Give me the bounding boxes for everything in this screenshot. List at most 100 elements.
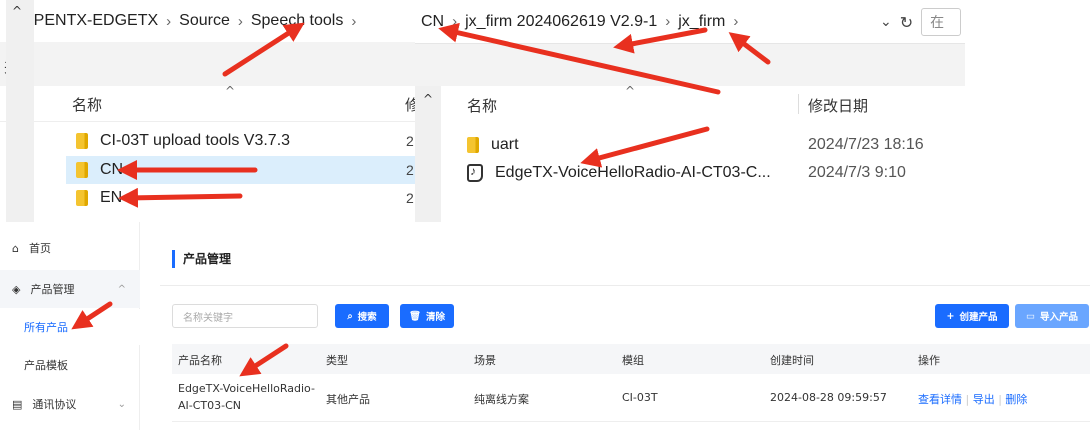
sidebar-item-product-mgmt[interactable]: ◈ 产品管理 ^ <box>0 271 140 307</box>
sidebar-item-label: 产品模板 <box>24 359 68 372</box>
keyword-search-input[interactable]: 名称关键字 <box>172 304 318 328</box>
import-product-label: 导入产品 <box>1039 312 1078 323</box>
plus-icon: + <box>946 310 955 322</box>
trash-icon: 🗑 <box>408 310 422 322</box>
clear-button[interactable]: 🗑 清除 <box>400 304 454 328</box>
sort-caret-icon: ^ <box>225 84 236 98</box>
product-type: 其他产品 <box>326 393 370 406</box>
command-bar: 夹 <box>0 42 415 86</box>
nav-pane-scrollbar[interactable]: ^ <box>6 0 34 222</box>
divider <box>160 285 1090 286</box>
folder-icon <box>76 190 88 206</box>
action-divider: | <box>965 393 973 406</box>
breadcrumb-separator[interactable]: › <box>665 13 670 30</box>
breadcrumb-source[interactable]: Source <box>179 12 230 30</box>
create-product-button[interactable]: + 创建产品 <box>935 304 1009 328</box>
address-bar[interactable]: « OPENTX-EDGETX › Source › Speech tools … <box>0 0 415 42</box>
breadcrumb-speech-tools[interactable]: Speech tools <box>251 12 344 30</box>
breadcrumb-jx-firm[interactable]: jx_firm <box>678 13 725 31</box>
column-name[interactable]: 名称 <box>467 95 497 116</box>
command-bar <box>415 44 965 86</box>
import-icon: ▭ <box>1026 310 1035 322</box>
product-name-line1: EdgeTX-VoiceHelloRadio- <box>178 382 315 395</box>
product-console: ⌂ 首页 ◈ 产品管理 ^ 所有产品 产品模板 ▤ 通讯协议 ⌄ 产品管理 名称… <box>0 222 1091 430</box>
file-name: CN <box>100 161 124 178</box>
folder-icon <box>467 137 479 153</box>
protocol-icon: ▤ <box>12 397 23 411</box>
file-row[interactable]: EdgeTX-VoiceHelloRadio-AI-CT03-C... 2024… <box>467 159 965 187</box>
column-type: 类型 <box>326 354 348 367</box>
column-created-time: 创建时间 <box>770 354 814 367</box>
search-button[interactable]: ⌕ 搜索 <box>335 304 389 328</box>
column-header: 名称 ^ 修 <box>0 84 415 122</box>
column-modified[interactable]: 修改日期 <box>808 95 868 116</box>
view-details-link[interactable]: 查看详情 <box>918 393 962 406</box>
sort-caret-icon: ^ <box>625 84 636 98</box>
column-scene: 场景 <box>474 354 496 367</box>
breadcrumb-jx-firm-version[interactable]: jx_firm 2024062619 V2.9-1 <box>465 13 657 31</box>
nav-pane-scrollbar[interactable]: ^ <box>415 86 441 222</box>
truncated-date: 2 <box>406 162 414 178</box>
breadcrumb-separator[interactable]: › <box>166 13 171 30</box>
file-row-selected[interactable]: CN 2 <box>66 156 415 184</box>
folder-icon <box>76 133 88 149</box>
table-header: 产品名称 类型 场景 模组 创建时间 操作 <box>172 344 1090 374</box>
breadcrumb-separator[interactable]: › <box>733 13 738 30</box>
delete-link[interactable]: 删除 <box>1005 393 1027 406</box>
file-date: 2024/7/23 18:16 <box>808 136 924 153</box>
column-actions: 操作 <box>918 354 940 367</box>
file-row[interactable]: CI-03T upload tools V3.7.3 2 <box>66 127 415 155</box>
sidebar-item-all-products[interactable]: 所有产品 <box>0 309 140 345</box>
file-row[interactable]: EN 2 <box>66 184 415 212</box>
truncated-date: 2 <box>406 190 414 206</box>
search-button-label: 搜索 <box>357 312 377 323</box>
sidebar-item-home[interactable]: ⌂ 首页 <box>0 230 140 266</box>
page-title: 产品管理 <box>172 250 231 268</box>
sidebar: ⌂ 首页 ◈ 产品管理 ^ 所有产品 产品模板 ▤ 通讯协议 ⌄ <box>0 222 140 430</box>
column-name[interactable]: 名称 <box>72 94 102 115</box>
file-explorer-window-2: CN › jx_firm 2024062619 V2.9-1 › jx_firm… <box>415 0 965 222</box>
search-input[interactable]: 在 <box>921 8 962 36</box>
address-controls: ⌄ ↻ 在 <box>880 8 965 36</box>
sidebar-item-protocols[interactable]: ▤ 通讯协议 ⌄ <box>0 386 140 422</box>
column-module: 模组 <box>622 354 644 367</box>
column-product-name: 产品名称 <box>178 354 222 367</box>
scroll-up-icon[interactable]: ^ <box>423 92 433 106</box>
clear-button-label: 清除 <box>426 312 446 323</box>
product-name-line2: AI-CT03-CN <box>178 399 242 412</box>
chevron-down-icon[interactable]: ⌄ <box>880 14 892 30</box>
file-explorer-window-1: « OPENTX-EDGETX › Source › Speech tools … <box>0 0 415 222</box>
scroll-up-icon[interactable]: ^ <box>12 4 22 18</box>
refresh-icon[interactable]: ↻ <box>900 13 913 32</box>
breadcrumb-separator[interactable]: › <box>238 13 243 30</box>
table-row: EdgeTX-VoiceHelloRadio- AI-CT03-CN 其他产品 … <box>172 374 1090 422</box>
file-name: EN <box>100 189 123 206</box>
file-row[interactable]: uart 2024/7/23 18:16 <box>467 131 965 159</box>
file-name: CI-03T upload tools V3.7.3 <box>100 132 291 149</box>
chevron-up-icon: ^ <box>117 283 126 295</box>
chevron-down-icon: ⌄ <box>117 398 126 410</box>
breadcrumb-opentx-edgetx[interactable]: OPENTX-EDGETX <box>21 12 158 30</box>
breadcrumb-separator[interactable]: › <box>351 13 356 30</box>
column-divider[interactable] <box>798 94 799 114</box>
create-product-label: 创建产品 <box>959 312 998 323</box>
folder-icon <box>76 162 88 178</box>
breadcrumb-separator[interactable]: › <box>452 13 457 30</box>
product-created-time: 2024-08-28 09:59:57 <box>770 391 887 404</box>
column-modified[interactable]: 修 <box>405 94 415 115</box>
row-actions: 查看详情 | 导出 | 删除 <box>918 391 1027 407</box>
search-icon: ⌕ <box>347 310 353 322</box>
sidebar-item-product-templates[interactable]: 产品模板 <box>0 347 140 383</box>
sidebar-item-label: 首页 <box>28 242 51 255</box>
export-link[interactable]: 导出 <box>973 393 995 406</box>
column-header: 名称 ^ 修改日期 <box>415 84 965 122</box>
file-name: EdgeTX-VoiceHelloRadio-AI-CT03-C... <box>495 164 771 181</box>
sidebar-item-label: 所有产品 <box>24 321 68 334</box>
file-date: 2024/7/3 9:10 <box>808 164 906 181</box>
product-scene: 纯离线方案 <box>474 393 529 406</box>
sidebar-item-label: 通讯协议 <box>32 398 77 411</box>
breadcrumb-cn[interactable]: CN <box>421 13 444 31</box>
import-product-button[interactable]: ▭ 导入产品 <box>1015 304 1089 328</box>
layers-icon: ◈ <box>12 282 21 296</box>
file-name: uart <box>491 136 519 153</box>
